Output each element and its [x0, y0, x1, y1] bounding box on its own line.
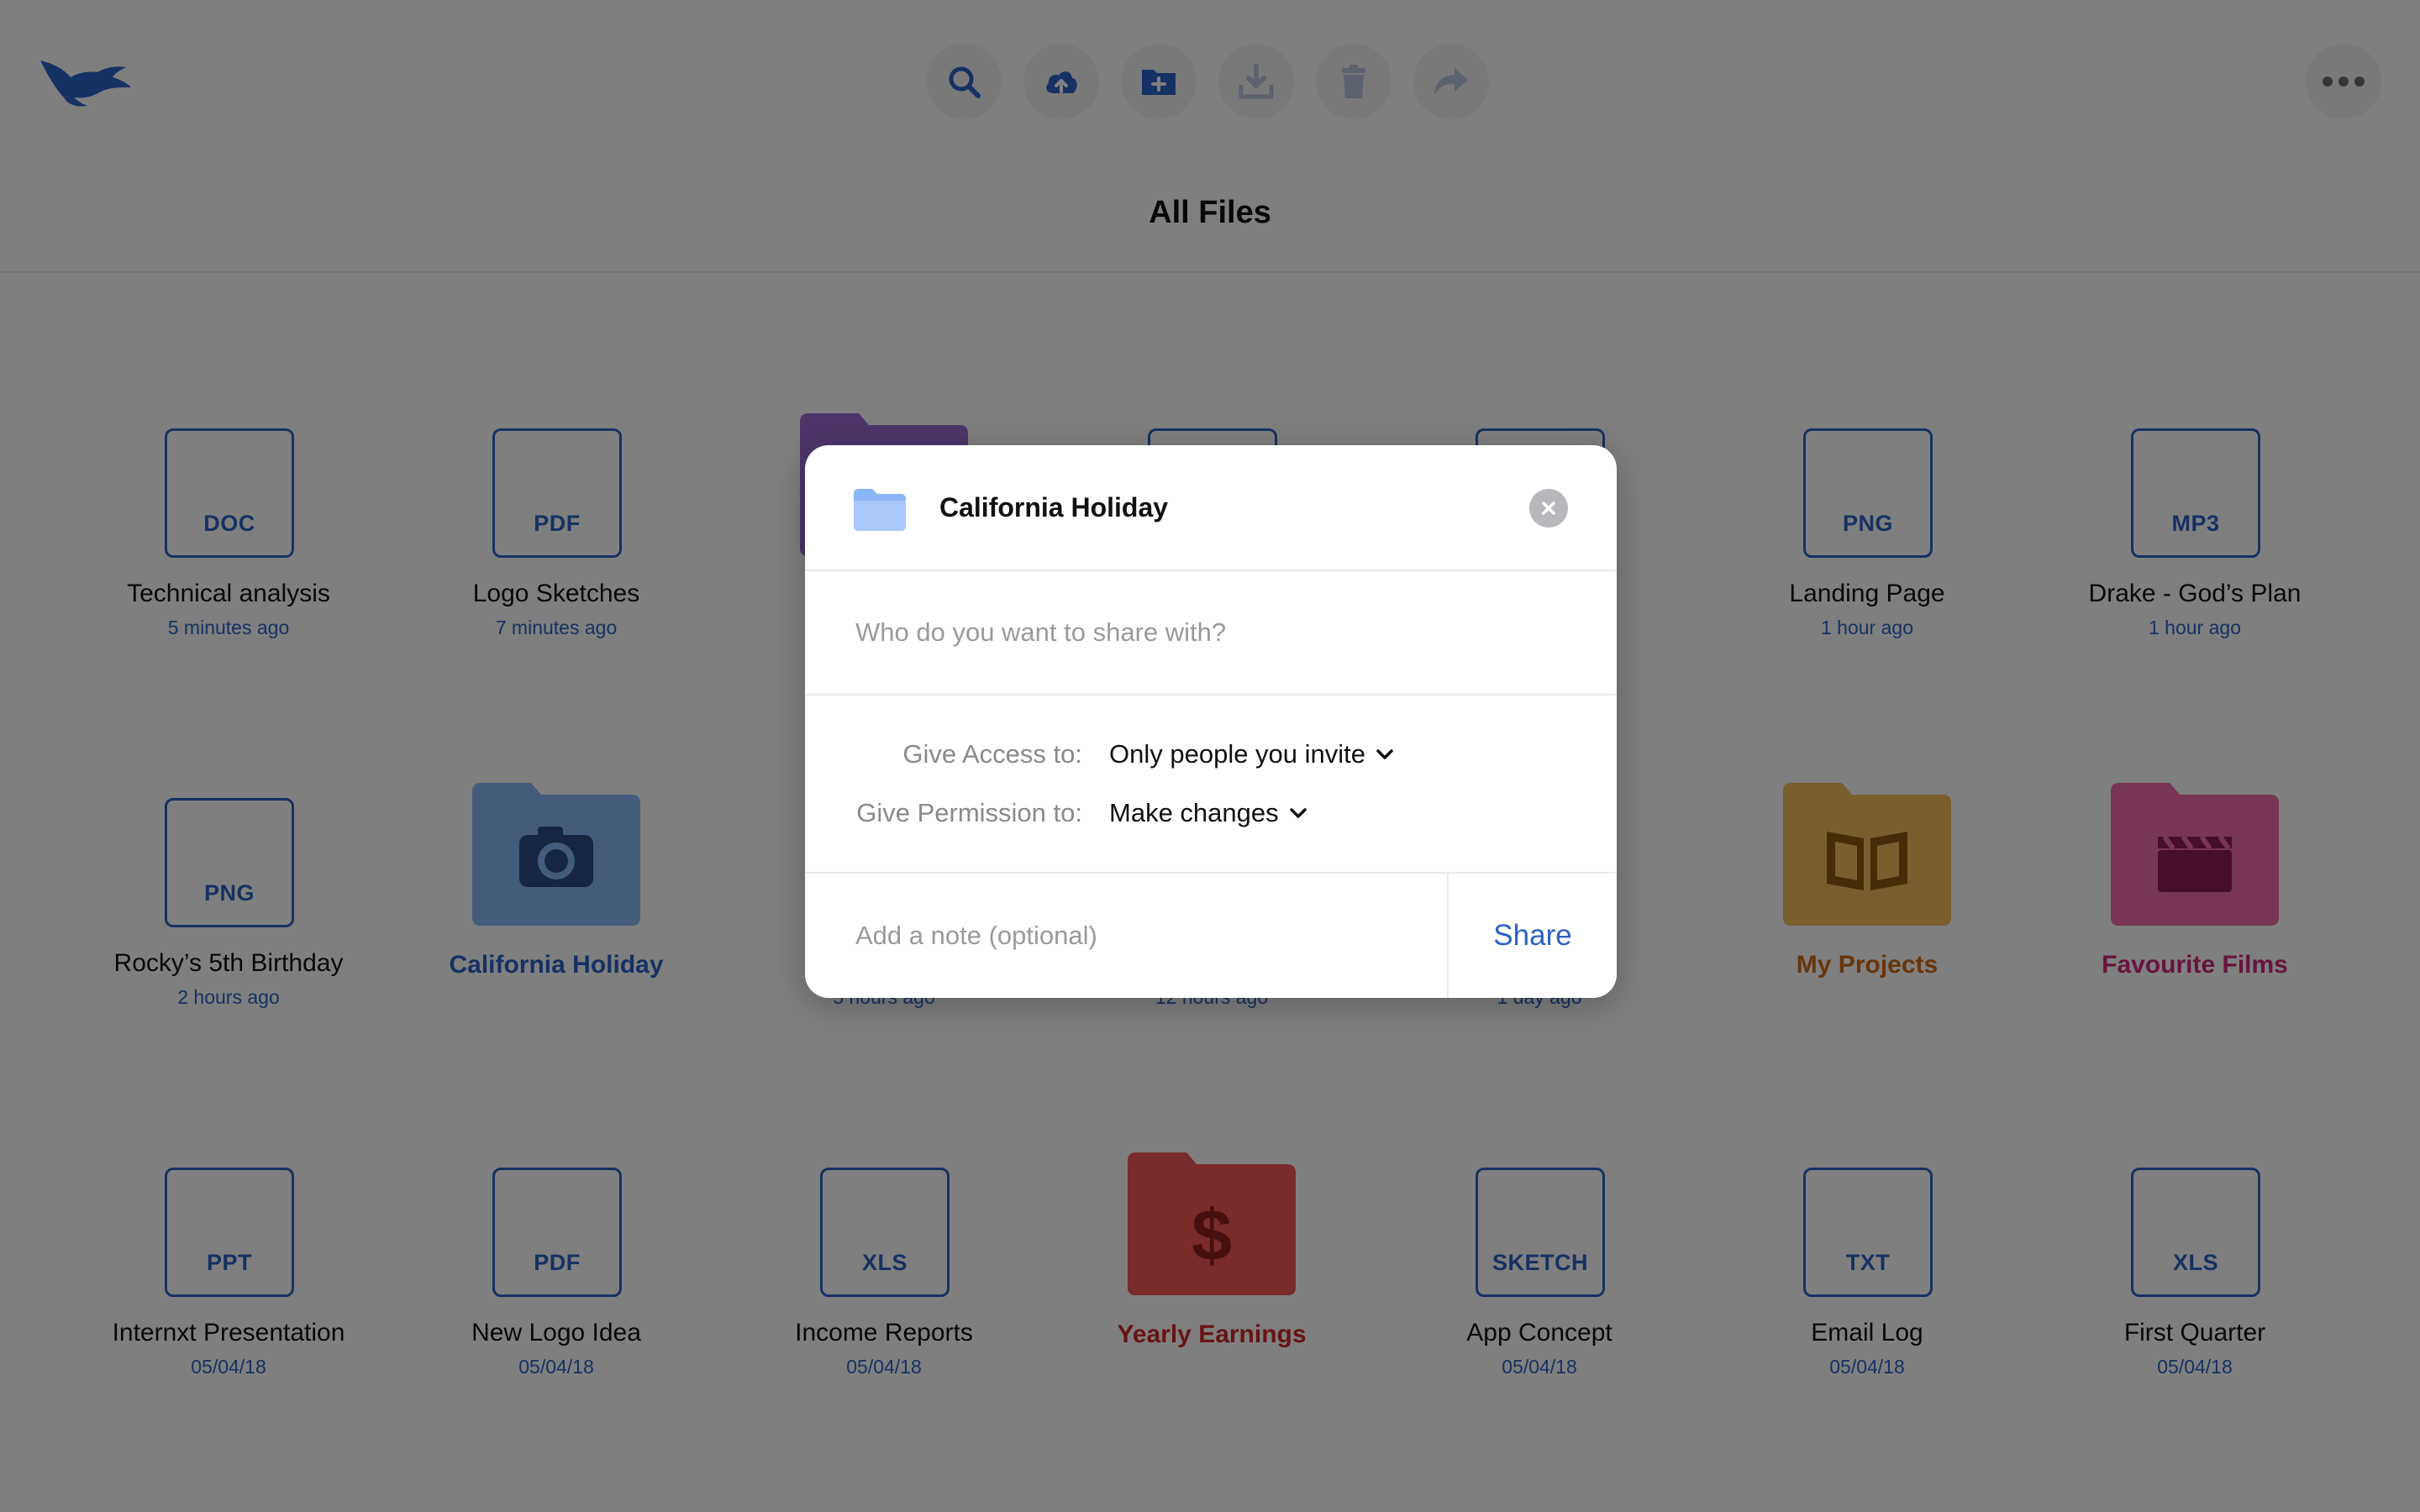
share-button[interactable]: Share — [1449, 874, 1617, 998]
permission-value: Make changes — [1109, 798, 1279, 827]
note-input[interactable] — [855, 914, 1393, 958]
share-recipient-input[interactable] — [855, 612, 1570, 654]
app-root: All Files DOCTechnical analysis5 minutes… — [0, 0, 2420, 1512]
access-value: Only people you invite — [1109, 739, 1366, 769]
chevron-down-icon — [1376, 749, 1393, 759]
access-settings: Give Access to: Only people you invite G… — [805, 696, 1617, 874]
folder-icon — [854, 489, 906, 531]
share-modal: California Holiday Give Access to: Only … — [805, 445, 1617, 998]
permission-label: Give Permission to: — [856, 798, 1082, 827]
chevron-down-icon — [1289, 808, 1307, 818]
note-row: Share — [805, 874, 1617, 998]
close-icon — [1542, 501, 1555, 515]
close-button[interactable] — [1529, 489, 1568, 528]
access-label: Give Access to: — [902, 739, 1082, 769]
share-modal-header: California Holiday — [805, 445, 1617, 571]
share-recipient-row — [805, 571, 1617, 696]
permission-dropdown[interactable]: Make changes — [1109, 798, 1307, 828]
access-dropdown[interactable]: Only people you invite — [1109, 739, 1394, 769]
share-modal-title: California Holiday — [939, 492, 1169, 522]
